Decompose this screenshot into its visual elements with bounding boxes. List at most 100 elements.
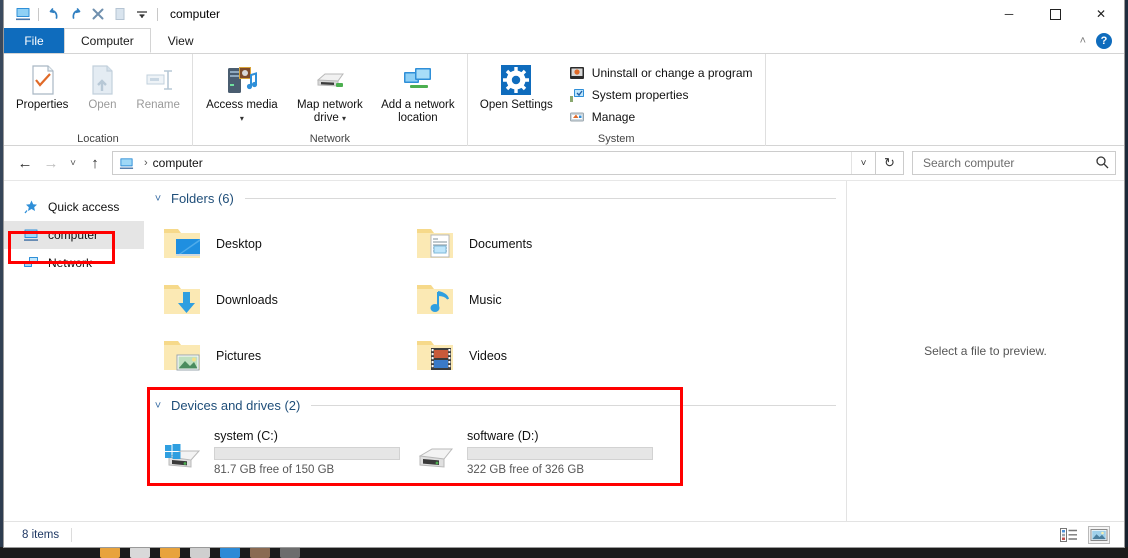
sidebar-item-network[interactable]: Network bbox=[4, 249, 144, 277]
chevron-down-icon[interactable]: ˅ bbox=[152, 400, 164, 412]
taskbar-icon[interactable] bbox=[100, 547, 120, 558]
list-item[interactable]: system (C:) 81.7 GB free of 150 GB bbox=[152, 425, 405, 483]
rename-label: Rename bbox=[136, 99, 179, 112]
group-header-devices[interactable]: ˅ Devices and drives (2) bbox=[144, 398, 846, 413]
star-pin-icon bbox=[22, 198, 40, 216]
drive-name: software (D:) bbox=[467, 429, 653, 443]
redo-icon[interactable] bbox=[65, 3, 87, 25]
taskbar[interactable] bbox=[0, 547, 1128, 558]
up-button[interactable]: ↑ bbox=[82, 150, 108, 176]
properties-icon[interactable] bbox=[109, 3, 131, 25]
view-mode-buttons bbox=[1058, 526, 1116, 544]
ribbon: Properties Open bbox=[4, 53, 1124, 146]
address-dropdown-icon[interactable]: ˅ bbox=[851, 152, 875, 174]
taskbar-icon[interactable] bbox=[130, 547, 150, 558]
title-bar: computer ─ ✕ bbox=[4, 0, 1124, 28]
taskbar-icon[interactable] bbox=[160, 547, 180, 558]
details-view-icon[interactable] bbox=[1058, 526, 1080, 544]
status-bar: 8 items bbox=[4, 521, 1124, 547]
drive-usage-bar bbox=[214, 447, 400, 460]
uninstall-program-label: Uninstall or change a program bbox=[592, 66, 753, 80]
properties-button[interactable]: Properties bbox=[10, 59, 74, 115]
maximize-button[interactable] bbox=[1032, 0, 1078, 28]
desktop-folder-icon bbox=[160, 221, 206, 267]
ribbon-tabs-right: ˄ ? bbox=[1080, 28, 1124, 53]
tab-file[interactable]: File bbox=[4, 28, 64, 53]
computer-icon bbox=[113, 156, 139, 171]
file-list-pane[interactable]: ˅ Folders (6) Desktop bbox=[144, 181, 846, 521]
large-icons-view-icon[interactable] bbox=[1088, 526, 1110, 544]
drive-name: system (C:) bbox=[214, 429, 400, 443]
documents-folder-icon bbox=[413, 221, 459, 267]
preview-message: Select a file to preview. bbox=[924, 344, 1047, 358]
list-item[interactable]: Desktop bbox=[152, 216, 405, 272]
sidebar-item-label: computer bbox=[48, 228, 98, 242]
taskbar-icon[interactable] bbox=[250, 547, 270, 558]
delete-icon[interactable] bbox=[87, 3, 109, 25]
list-item-label: Music bbox=[469, 293, 502, 307]
uninstall-program-button[interactable]: Uninstall or change a program bbox=[565, 63, 757, 82]
list-item-label: Documents bbox=[469, 237, 532, 251]
sidebar-item-label: Quick access bbox=[48, 200, 119, 214]
rename-button[interactable]: Rename bbox=[130, 59, 185, 115]
ribbon-group-system-items: Open Settings Uninstall or change a prog… bbox=[474, 57, 759, 131]
taskbar-icon[interactable] bbox=[220, 547, 240, 558]
map-network-drive-button[interactable]: Map network drive ▾ bbox=[287, 59, 373, 128]
downloads-folder-icon bbox=[160, 277, 206, 323]
search-input[interactable] bbox=[921, 155, 1095, 171]
sidebar-item-quick-access[interactable]: Quick access bbox=[4, 193, 144, 221]
help-icon[interactable]: ? bbox=[1096, 33, 1112, 49]
recent-locations-button[interactable]: ˅ bbox=[64, 150, 82, 176]
status-divider bbox=[71, 528, 72, 542]
tab-computer[interactable]: Computer bbox=[64, 28, 151, 53]
access-media-icon bbox=[225, 62, 259, 96]
customize-icon[interactable] bbox=[131, 3, 153, 25]
breadcrumb-separator: › bbox=[139, 157, 153, 169]
list-item[interactable]: Music bbox=[405, 272, 658, 328]
taskbar-icon[interactable] bbox=[190, 547, 210, 558]
list-item[interactable]: Documents bbox=[405, 216, 658, 272]
group-header-folders[interactable]: ˅ Folders (6) bbox=[144, 191, 846, 206]
address-bar[interactable]: › computer ˅ bbox=[112, 151, 876, 175]
drive-free-text: 322 GB free of 326 GB bbox=[467, 464, 653, 476]
list-item[interactable]: Downloads bbox=[152, 272, 405, 328]
windows-drive-icon bbox=[160, 433, 206, 481]
system-properties-icon bbox=[569, 86, 586, 103]
close-button[interactable]: ✕ bbox=[1078, 0, 1124, 28]
manage-label: Manage bbox=[592, 110, 635, 124]
breadcrumb-path[interactable]: computer bbox=[153, 156, 203, 170]
undo-icon[interactable] bbox=[43, 3, 65, 25]
search-icon[interactable] bbox=[1095, 155, 1109, 172]
refresh-button[interactable]: ↻ bbox=[876, 151, 904, 175]
map-network-drive-text: Map network drive bbox=[297, 99, 363, 124]
open-button[interactable]: Open bbox=[76, 59, 128, 115]
list-item[interactable]: software (D:) 322 GB free of 326 GB bbox=[405, 425, 658, 483]
chevron-down-icon[interactable]: ▾ bbox=[342, 114, 346, 123]
access-media-button[interactable]: Access media ▾ bbox=[199, 59, 285, 128]
chevron-down-icon[interactable]: ˅ bbox=[152, 193, 164, 205]
add-network-location-button[interactable]: Add a network location bbox=[375, 59, 461, 128]
file-explorer-window: computer ─ ✕ File Computer View ˄ ? bbox=[3, 0, 1125, 548]
videos-folder-icon bbox=[413, 333, 459, 379]
manage-button[interactable]: Manage bbox=[565, 107, 757, 126]
chevron-down-icon[interactable]: ▾ bbox=[240, 114, 244, 123]
taskbar-icon[interactable] bbox=[280, 547, 300, 558]
search-box[interactable] bbox=[912, 151, 1116, 175]
preview-pane: Select a file to preview. bbox=[846, 181, 1124, 521]
open-settings-button[interactable]: Open Settings bbox=[474, 59, 559, 115]
list-item[interactable]: Pictures bbox=[152, 328, 405, 384]
forward-button[interactable]: → bbox=[38, 150, 64, 176]
ribbon-group-network: Access media ▾ Map network d bbox=[193, 54, 468, 147]
ribbon-group-location-items: Properties Open bbox=[10, 57, 186, 131]
window-title: computer bbox=[170, 7, 220, 21]
list-item[interactable]: Videos bbox=[405, 328, 658, 384]
system-properties-button[interactable]: System properties bbox=[565, 85, 757, 104]
minimize-button[interactable]: ─ bbox=[986, 0, 1032, 28]
list-item-label: Desktop bbox=[216, 237, 262, 251]
tab-view[interactable]: View bbox=[151, 28, 211, 53]
this-pc-icon[interactable] bbox=[12, 3, 34, 25]
ribbon-group-network-label: Network bbox=[199, 131, 461, 147]
collapse-ribbon-icon[interactable]: ˄ bbox=[1080, 35, 1086, 47]
back-button[interactable]: ← bbox=[12, 150, 38, 176]
sidebar-item-computer[interactable]: computer bbox=[4, 221, 144, 249]
